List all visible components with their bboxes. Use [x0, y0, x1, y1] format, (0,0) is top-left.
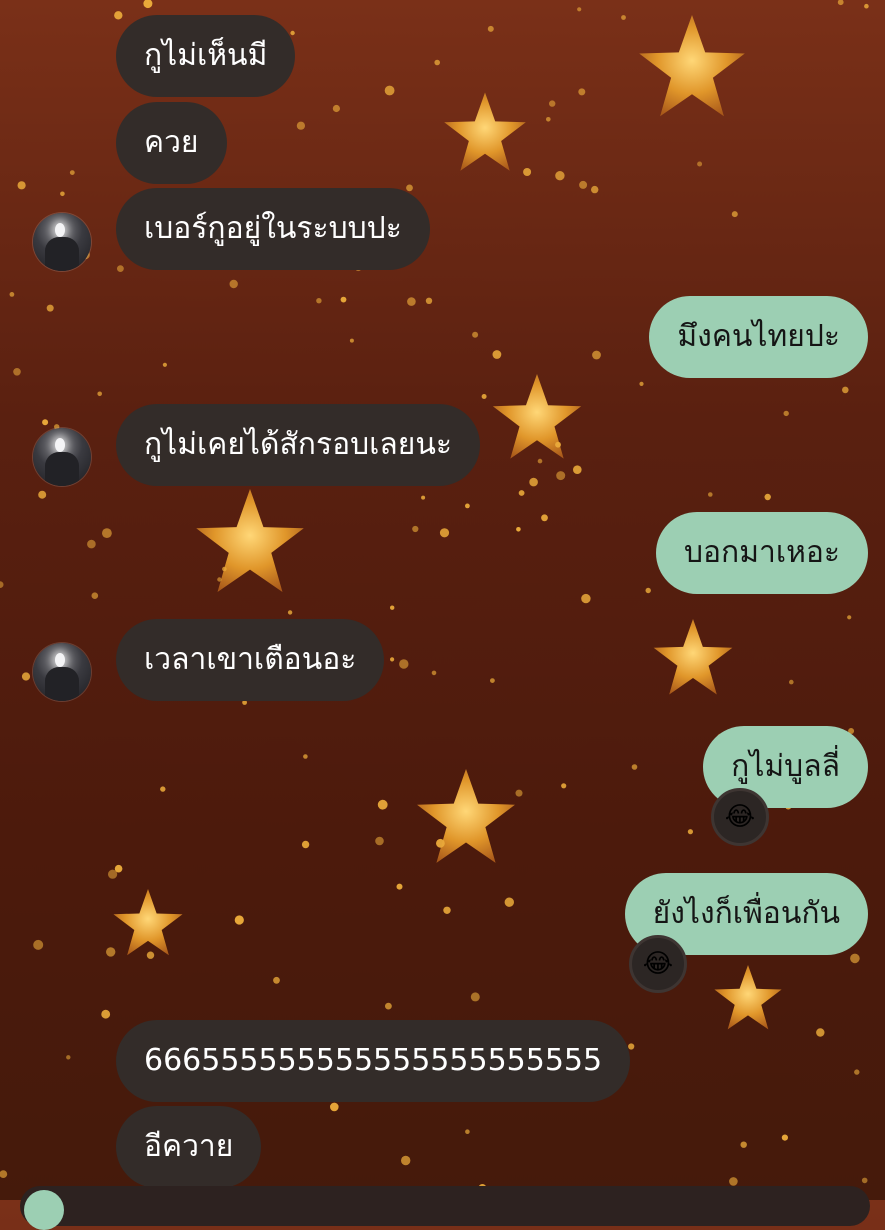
avatar-photo-figure: [45, 667, 79, 701]
message-bubble-incoming[interactable]: กูไม่เคยได้สักรอบเลยนะ: [116, 404, 480, 486]
composer-action-icon[interactable]: [24, 1190, 64, 1230]
message-bubble-incoming[interactable]: อีควาย: [116, 1106, 262, 1188]
avatar-photo-figure: [45, 452, 79, 486]
message-bubble-incoming[interactable]: ควย: [116, 102, 227, 184]
chat-thread: กูไม่เห็นมี ควย เบอร์กูอยู่ในระบบปะ มึงค…: [0, 0, 885, 1230]
message-bubble-incoming[interactable]: เวลาเขาเตือนอะ: [116, 619, 385, 701]
message-bubble-incoming[interactable]: กูไม่เห็นมี: [116, 15, 296, 97]
avatar-photo-flash: [55, 223, 65, 237]
contact-avatar[interactable]: [33, 643, 91, 701]
avatar-photo-flash: [55, 653, 65, 667]
message-composer-bar[interactable]: [20, 1186, 870, 1226]
message-bubble-outgoing[interactable]: มึงคนไทยปะ: [649, 296, 868, 378]
contact-avatar[interactable]: [33, 213, 91, 271]
message-bubble-incoming[interactable]: 666555555555555555555555: [116, 1020, 631, 1102]
contact-avatar[interactable]: [33, 428, 91, 486]
message-bubble-outgoing[interactable]: บอกมาเหอะ: [655, 512, 868, 594]
face-with-tears-of-joy-icon[interactable]: 😂: [629, 935, 687, 993]
avatar-photo-figure: [45, 237, 79, 271]
avatar-photo-flash: [55, 438, 65, 452]
message-bubble-incoming[interactable]: เบอร์กูอยู่ในระบบปะ: [116, 188, 430, 270]
face-with-tears-of-joy-icon[interactable]: 😂: [711, 788, 769, 846]
